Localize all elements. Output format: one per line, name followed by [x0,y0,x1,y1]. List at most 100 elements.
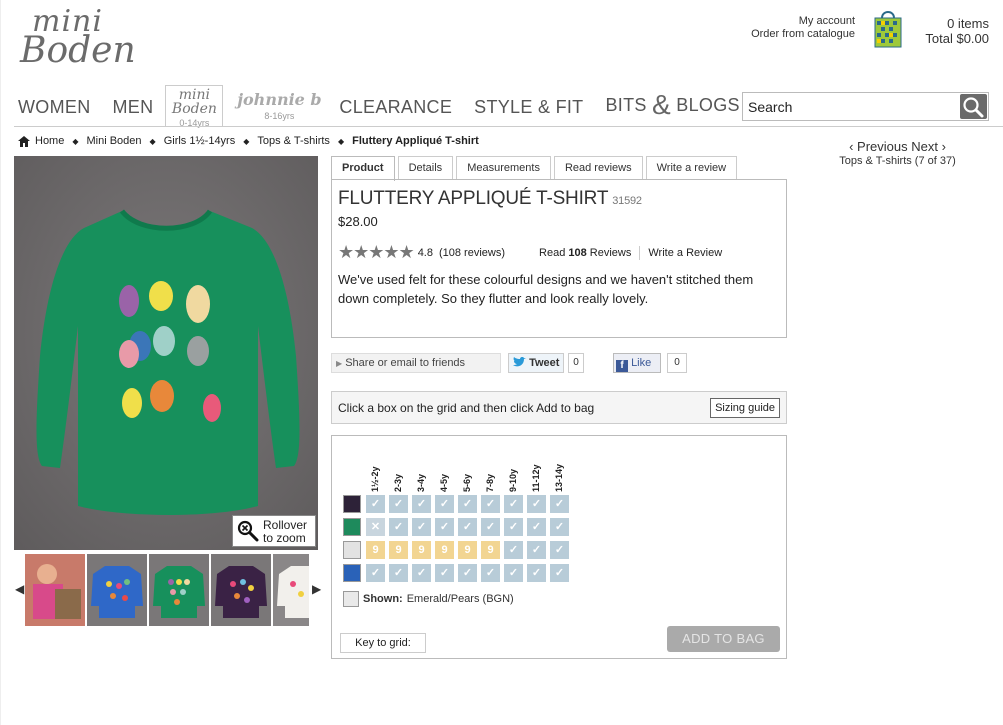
product-description: We've used felt for these colourful desi… [338,272,754,306]
order-catalogue-link[interactable]: Order from catalogue [751,28,855,41]
account-links: My account Order from catalogue [751,15,855,41]
thumb-prev-icon[interactable]: ◀ [15,582,24,596]
size-available-cell[interactable]: ✓ [481,518,500,536]
tab-read-reviews[interactable]: Read reviews [553,156,643,180]
thumbnail-child-photo [25,554,85,626]
main-nav: WOMEN MEN mini Boden 0-14yrs johnnie b 8… [18,85,762,128]
product-code: 31592 [612,195,642,207]
size-available-cell[interactable]: ✓ [366,564,385,582]
sizing-guide-button[interactable]: Sizing guide [710,398,780,418]
size-available-cell[interactable]: ✓ [527,518,546,536]
size-available-cell[interactable]: ✓ [550,495,569,513]
my-account-link[interactable]: My account [751,15,855,28]
thumbnail[interactable] [87,554,147,626]
facebook-like-button[interactable]: f Like [613,353,661,373]
colour-swatch[interactable] [343,541,361,559]
size-available-cell[interactable]: ✓ [389,495,408,513]
star-rating-icon: ★★★★★ [338,242,415,262]
thumbnail[interactable] [149,554,209,626]
nav-mini-boden[interactable]: mini Boden 0-14yrs [165,85,224,128]
colour-swatch[interactable] [343,564,361,582]
size-available-cell[interactable]: ✓ [366,495,385,513]
size-available-cell[interactable]: ✓ [389,518,408,536]
previous-link[interactable]: ‹ Previous [849,139,908,154]
size-available-cell[interactable]: ✓ [435,518,454,536]
size-available-cell[interactable]: ✓ [458,495,477,513]
size-available-cell[interactable]: ✓ [504,541,523,559]
search-button[interactable] [960,94,987,119]
tab-product[interactable]: Product [331,156,395,181]
add-to-bag-button[interactable]: ADD TO BAG [667,626,780,652]
cart-summary[interactable]: 0 items Total $0.00 [925,16,989,46]
nav-clearance[interactable]: CLEARANCE [339,97,452,126]
shopping-bag-icon[interactable] [872,8,904,48]
thumbnail[interactable] [273,554,309,626]
size-available-cell[interactable]: ✓ [481,495,500,513]
size-limited-cell[interactable]: 9 [389,541,408,559]
size-limited-cell[interactable]: 9 [366,541,385,559]
size-header: 4-5y [435,446,455,492]
thumbnail[interactable] [211,554,271,626]
nav-women[interactable]: WOMEN [18,97,91,126]
size-limited-cell[interactable]: 9 [481,541,500,559]
size-header: 7-8y [481,446,501,492]
breadcrumb-tops[interactable]: Tops & T-shirts [257,135,330,147]
search-input[interactable] [743,93,953,120]
next-link[interactable]: Next › [911,139,946,154]
product-tabs: Product Details Measurements Read review… [331,156,740,181]
nav-men[interactable]: MEN [113,97,154,126]
nav-johnnie-b-ages: 8-16yrs [264,111,295,121]
read-reviews-prefix: Read [539,246,566,259]
size-limited-cell[interactable]: 9 [412,541,431,559]
share-button[interactable]: ▶ Share or email to friends [331,353,501,373]
size-header-label: 11-12y [531,464,541,492]
read-reviews-link[interactable]: Read 108 Reviews [539,247,631,259]
size-available-cell[interactable]: ✓ [550,541,569,559]
size-available-cell[interactable]: ✓ [504,495,523,513]
size-available-cell[interactable]: ✓ [527,541,546,559]
size-available-cell[interactable]: ✓ [550,518,569,536]
size-available-cell[interactable]: ✓ [527,564,546,582]
size-available-cell[interactable]: ✓ [412,564,431,582]
thumbnail[interactable] [25,554,85,626]
tab-details[interactable]: Details [397,156,454,180]
tab-measurements[interactable]: Measurements [456,156,551,180]
thumb-next-icon[interactable]: ▶ [312,582,321,596]
size-available-cell[interactable]: ✓ [527,495,546,513]
size-limited-cell[interactable]: 9 [435,541,454,559]
breadcrumb-home[interactable]: Home [35,135,64,147]
left-edge [0,0,1,725]
size-limited-cell[interactable]: 9 [458,541,477,559]
product-image[interactable] [14,156,318,550]
nav-mini-boden-name: mini Boden [171,87,217,117]
rating-row: ★★★★★ 4.8 (108 reviews) Read 108 Reviews… [338,242,722,263]
size-available-cell[interactable]: ✓ [435,495,454,513]
size-header: 11-12y [527,446,547,492]
size-available-cell[interactable]: ✓ [458,564,477,582]
size-available-cell[interactable]: ✓ [412,518,431,536]
size-available-cell[interactable]: ✓ [550,564,569,582]
size-available-cell[interactable]: ✓ [412,495,431,513]
size-available-cell[interactable]: ✓ [389,564,408,582]
breadcrumb-girls[interactable]: Girls 1½-14yrs [164,135,236,147]
breadcrumb-mini-boden[interactable]: Mini Boden [87,135,142,147]
write-review-link[interactable]: Write a Review [648,247,722,259]
rating-divider [639,245,641,260]
mini-boden-logo[interactable]: mini Boden [20,4,136,74]
key-to-grid-button[interactable]: Key to grid: [340,633,426,653]
size-available-cell[interactable]: ✓ [481,564,500,582]
tab-write-review[interactable]: Write a review [645,156,738,180]
colour-swatch[interactable] [343,495,361,513]
size-header-label: 5-6y [462,473,472,492]
nav-bits-blogs[interactable]: BITS & BLOGS [605,86,739,126]
colour-swatch[interactable] [343,518,361,536]
size-header: 3-4y [412,446,432,492]
size-available-cell[interactable]: ✓ [435,564,454,582]
nav-style-fit[interactable]: STYLE & FIT [474,97,583,126]
nav-johnnie-b[interactable]: johnnie b 8-16yrs [233,84,325,126]
size-available-cell[interactable]: ✓ [504,518,523,536]
thumbnail-blue-tee [87,554,147,626]
size-available-cell[interactable]: ✓ [458,518,477,536]
size-available-cell[interactable]: ✓ [504,564,523,582]
tweet-button[interactable]: Tweet [508,353,564,373]
